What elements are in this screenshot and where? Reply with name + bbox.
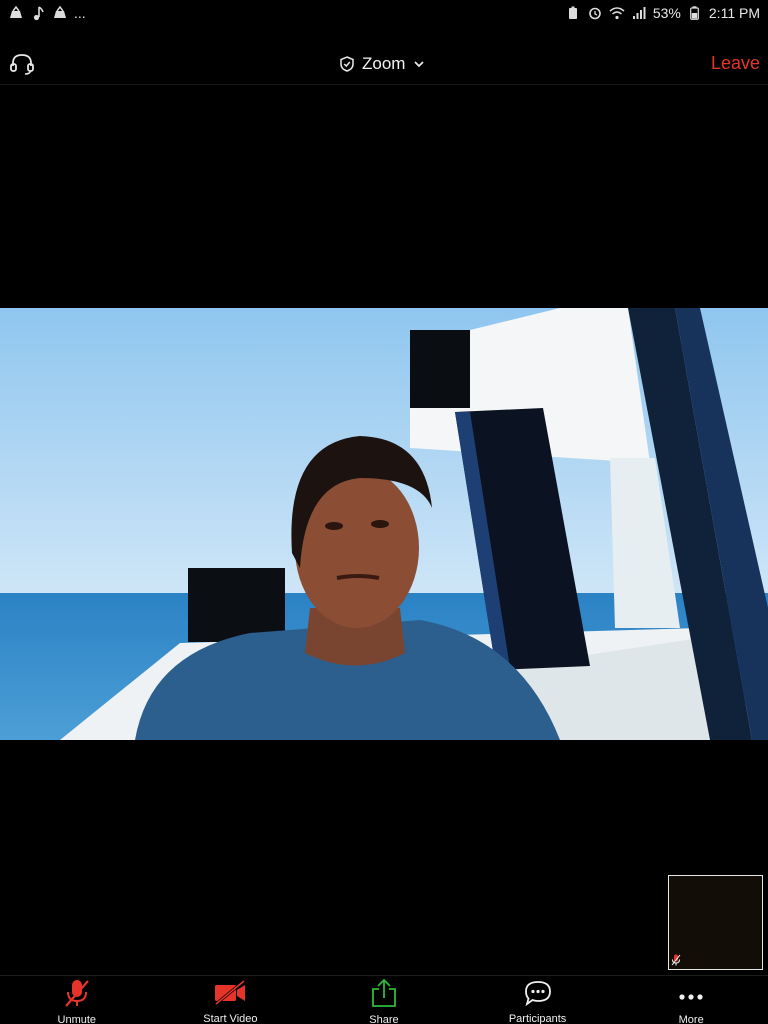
status-left: ... [8,5,86,21]
left-eye [325,522,343,530]
unmute-label: Unmute [57,1014,97,1024]
battery-saver-icon [565,5,581,21]
headset-icon [10,54,34,75]
mouth [336,574,380,580]
zoom-meeting-screen: ... 53% 2:11 PM Zoom Leave Unmute Start … [0,0,768,1024]
app-notification-icon [52,5,68,21]
meeting-info-button[interactable]: Zoom [340,51,425,77]
chevron-down-icon [414,61,425,68]
more-label: More [678,1014,704,1024]
video-frame [0,308,768,740]
leave-button[interactable]: Leave [711,53,760,74]
app-notification-icon [8,5,24,21]
shield-icon [340,56,354,72]
battery-percent: 53% [652,5,681,21]
clock: 2:11 PM [708,5,760,21]
participants-button[interactable]: Participants [461,976,615,1024]
building-dark-block [410,330,470,408]
participants-label: Participants [508,1013,567,1024]
meeting-top-bar: Zoom Leave [0,44,768,85]
more-notifications-text: ... [74,5,86,21]
active-speaker-video[interactable] [0,308,768,740]
status-bar: ... 53% 2:11 PM [0,0,768,26]
more-button[interactable]: More [614,976,768,1024]
battery-icon [687,5,703,21]
video-off-icon [215,979,246,1005]
signal-icon [631,5,647,21]
start-video-label: Start Video [203,1013,258,1024]
meeting-controls-bar: Unmute Start Video Share Participants Mo… [0,975,768,1024]
dark-box [188,568,285,642]
meeting-title: Zoom [362,54,406,73]
unmute-button[interactable]: Unmute [0,976,154,1024]
chat-bubble-icon [524,980,551,1006]
alarm-icon [587,5,603,21]
status-right: 53% 2:11 PM [565,5,760,21]
share-icon [372,978,396,1007]
more-dots-icon [679,994,703,1000]
switch-audio-button[interactable] [8,50,36,78]
music-note-icon [30,5,46,21]
wifi-icon [609,5,625,21]
share-button[interactable]: Share [307,976,461,1024]
muted-mic-icon [64,980,89,1007]
share-label: Share [369,1014,399,1024]
start-video-button[interactable]: Start Video [154,976,308,1024]
muted-mic-icon [671,954,681,966]
self-view-thumbnail[interactable] [668,875,763,970]
right-eye [371,520,389,528]
